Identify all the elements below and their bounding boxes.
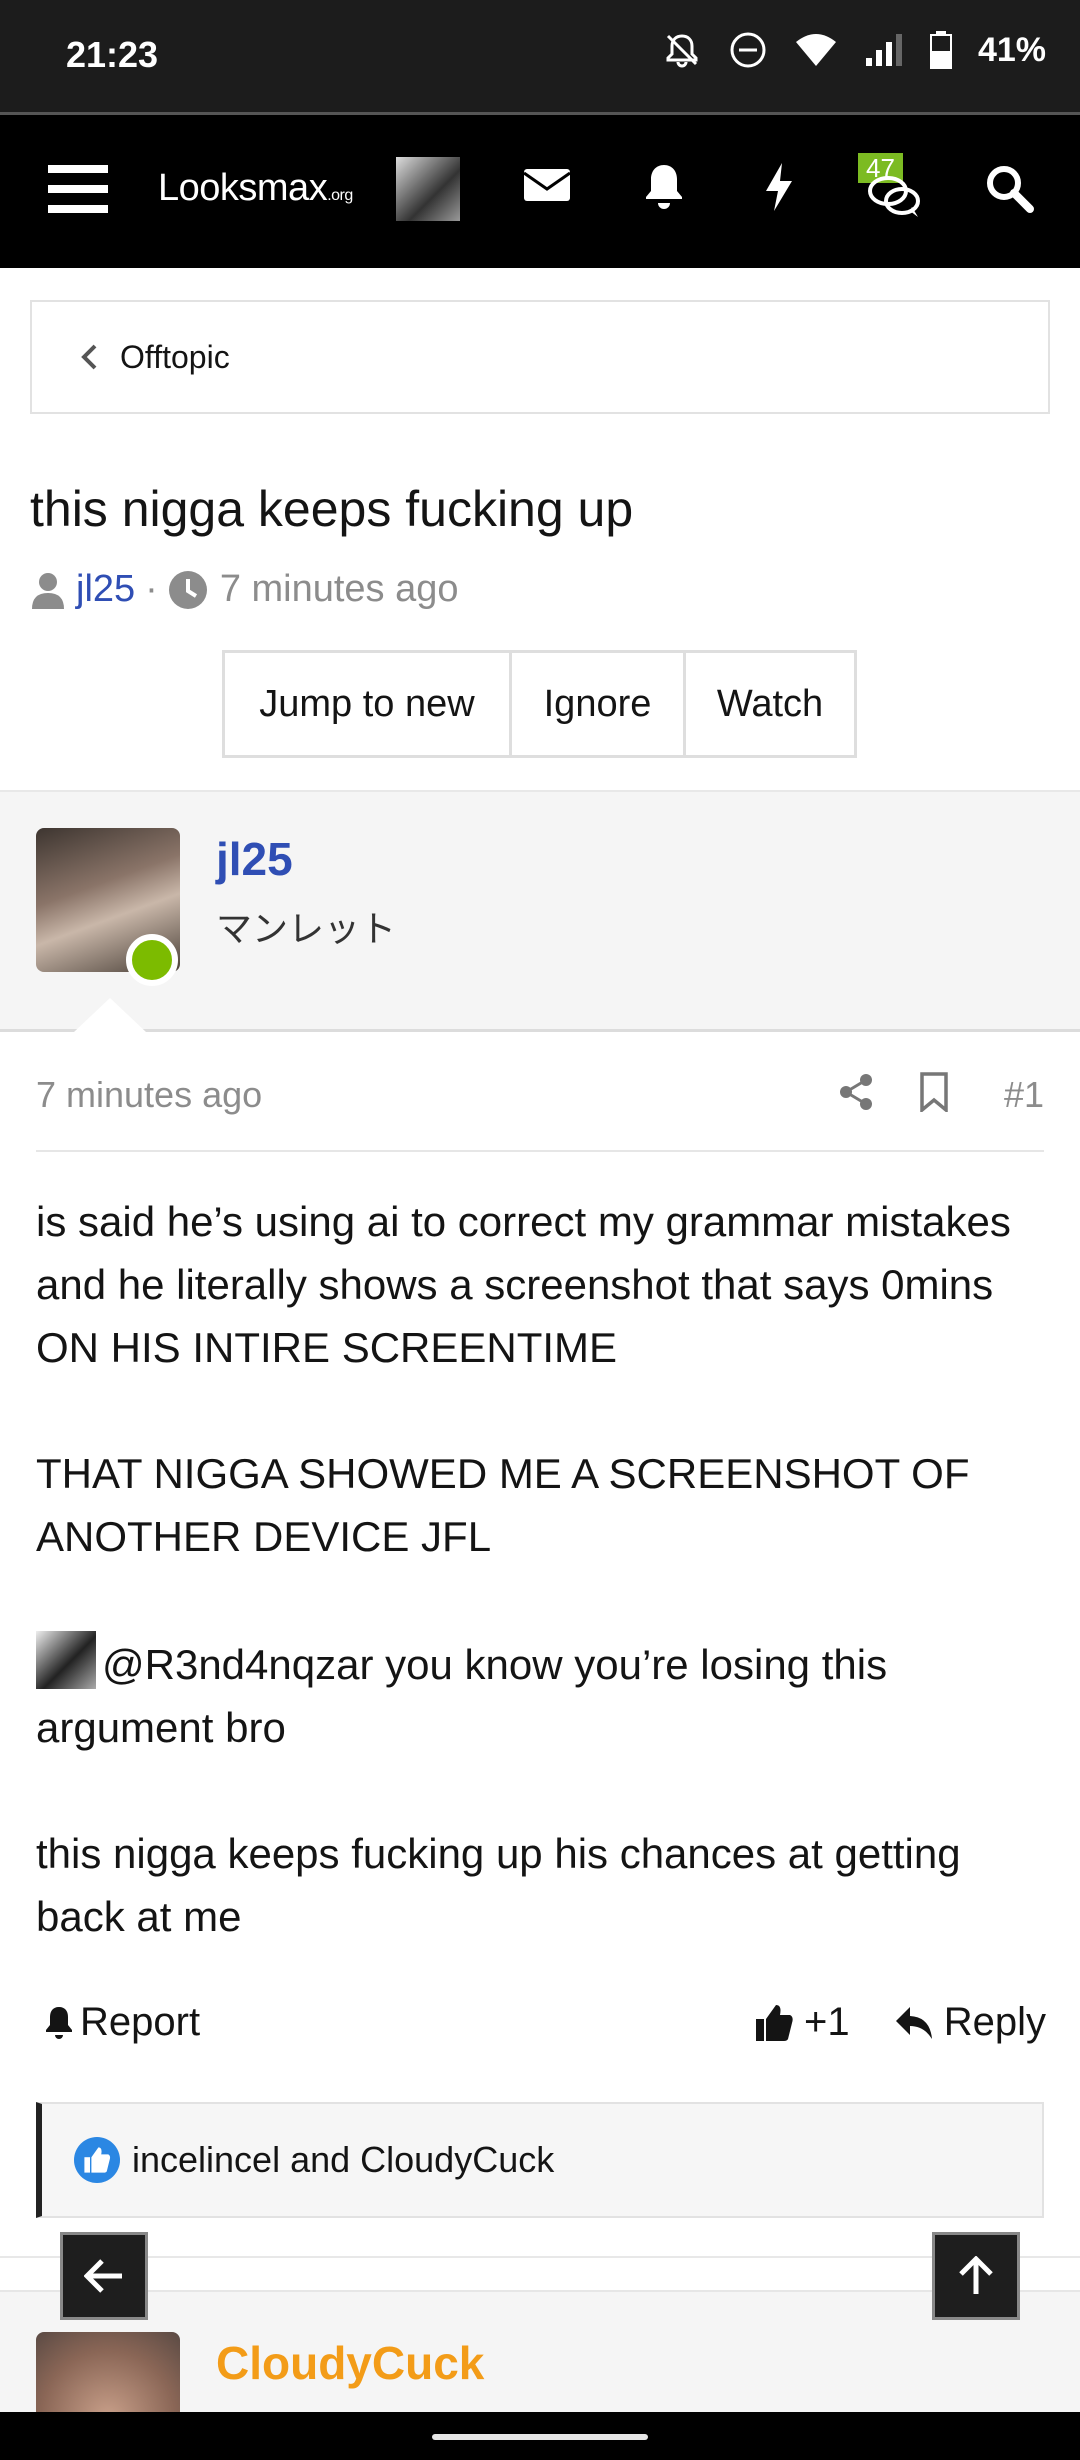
divider — [0, 2256, 1080, 2258]
system-nav-bar — [0, 2412, 1080, 2460]
search-icon[interactable] — [984, 163, 1034, 213]
ignore-button[interactable]: Ignore — [509, 650, 686, 758]
thumbs-up-icon — [756, 2004, 793, 2041]
panel-notch — [74, 998, 146, 1032]
clock-icon — [168, 570, 207, 609]
do-not-disturb-icon — [730, 32, 766, 68]
reply-icon — [895, 2006, 932, 2039]
menu-icon[interactable] — [48, 165, 108, 213]
post-paragraph: this nigga keeps fucking up his chances … — [36, 1830, 961, 1940]
post-user-panel: jl25 マンレット — [0, 790, 1080, 1032]
post-actions: Report +1 Reply — [36, 1990, 1046, 2060]
signal-icon — [865, 34, 902, 66]
post-number[interactable]: #1 — [1004, 1074, 1044, 1116]
app-header: Looksmax.org 47 — [0, 115, 1080, 268]
arrow-left-icon — [84, 2259, 122, 2293]
user-mention-link[interactable]: @R3nd4nqzar — [102, 1641, 373, 1688]
thread-action-buttons: Jump to new Ignore Watch — [222, 650, 857, 758]
lightning-icon[interactable] — [762, 161, 796, 213]
thread-author-link[interactable]: jl25 — [76, 568, 135, 611]
bell-icon[interactable] — [642, 161, 686, 211]
watch-button[interactable]: Watch — [683, 650, 857, 758]
like-button[interactable]: +1 — [754, 2000, 850, 2045]
user-icon — [32, 572, 64, 609]
post-paragraph: is said he’s using ai to correct my gram… — [36, 1198, 1011, 1371]
inbox-icon[interactable] — [522, 165, 572, 205]
chevron-left-icon — [81, 344, 97, 370]
report-label: Report — [80, 2000, 201, 2044]
logo-text: Looksmax — [158, 167, 328, 209]
user-title: マンレット — [216, 908, 397, 949]
battery-icon — [929, 31, 952, 69]
breadcrumb[interactable]: Offtopic — [30, 300, 1050, 414]
reactions-text: incelincel and CloudyCuck — [132, 2139, 555, 2180]
post-paragraph: THAT NIGGA SHOWED ME A SCREENSHOT OF ANO… — [36, 1450, 970, 1560]
post-body: is said he’s using ai to correct my gram… — [36, 1190, 1046, 2011]
scroll-to-top-button[interactable] — [932, 2232, 1020, 2320]
jump-to-new-button[interactable]: Jump to new — [222, 650, 512, 758]
like-reaction-icon — [74, 2137, 120, 2183]
status-bar: 21:23 41% — [0, 0, 1080, 112]
status-icons: 41% — [662, 30, 1046, 70]
report-button[interactable]: Report — [44, 2000, 200, 2045]
conversations-icon[interactable] — [866, 173, 922, 219]
back-button[interactable] — [60, 2232, 148, 2320]
status-time: 21:23 — [66, 34, 159, 75]
post-paragraph-mention: @R3nd4nqzar you know you’re losing this … — [36, 1631, 1046, 1759]
site-logo[interactable]: Looksmax.org — [158, 167, 353, 210]
bookmark-icon[interactable] — [918, 1072, 950, 1112]
wifi-icon — [795, 34, 836, 66]
thread-meta: jl25 · 7 minutes ago — [30, 568, 459, 611]
breadcrumb-label: Offtopic — [120, 338, 230, 375]
like-count: +1 — [804, 2000, 850, 2044]
arrow-up-icon — [959, 2256, 993, 2294]
notifications-off-icon — [666, 34, 698, 68]
thread-time[interactable]: 7 minutes ago — [220, 568, 459, 611]
post-username[interactable]: jl25 — [216, 832, 293, 886]
online-indicator — [126, 934, 178, 986]
reply-button[interactable]: Reply — [894, 2000, 1046, 2045]
user-avatar[interactable] — [396, 157, 460, 221]
reactions-bar[interactable]: incelincel and CloudyCuck — [36, 2102, 1044, 2218]
reply-label: Reply — [943, 2000, 1046, 2044]
battery-percent: 41% — [977, 30, 1046, 69]
home-gesture-bar[interactable] — [432, 2434, 648, 2440]
meta-separator: · — [145, 568, 158, 610]
post-meta: 7 minutes ago #1 — [36, 1072, 1044, 1152]
logo-suffix: .org — [327, 187, 353, 204]
share-icon[interactable] — [836, 1072, 876, 1112]
page-title: this nigga keeps fucking up — [30, 481, 634, 537]
bell-icon — [46, 2006, 72, 2039]
mention-avatar — [36, 1631, 96, 1689]
post-time[interactable]: 7 minutes ago — [36, 1074, 262, 1116]
next-post-username[interactable]: CloudyCuck — [216, 2336, 484, 2390]
